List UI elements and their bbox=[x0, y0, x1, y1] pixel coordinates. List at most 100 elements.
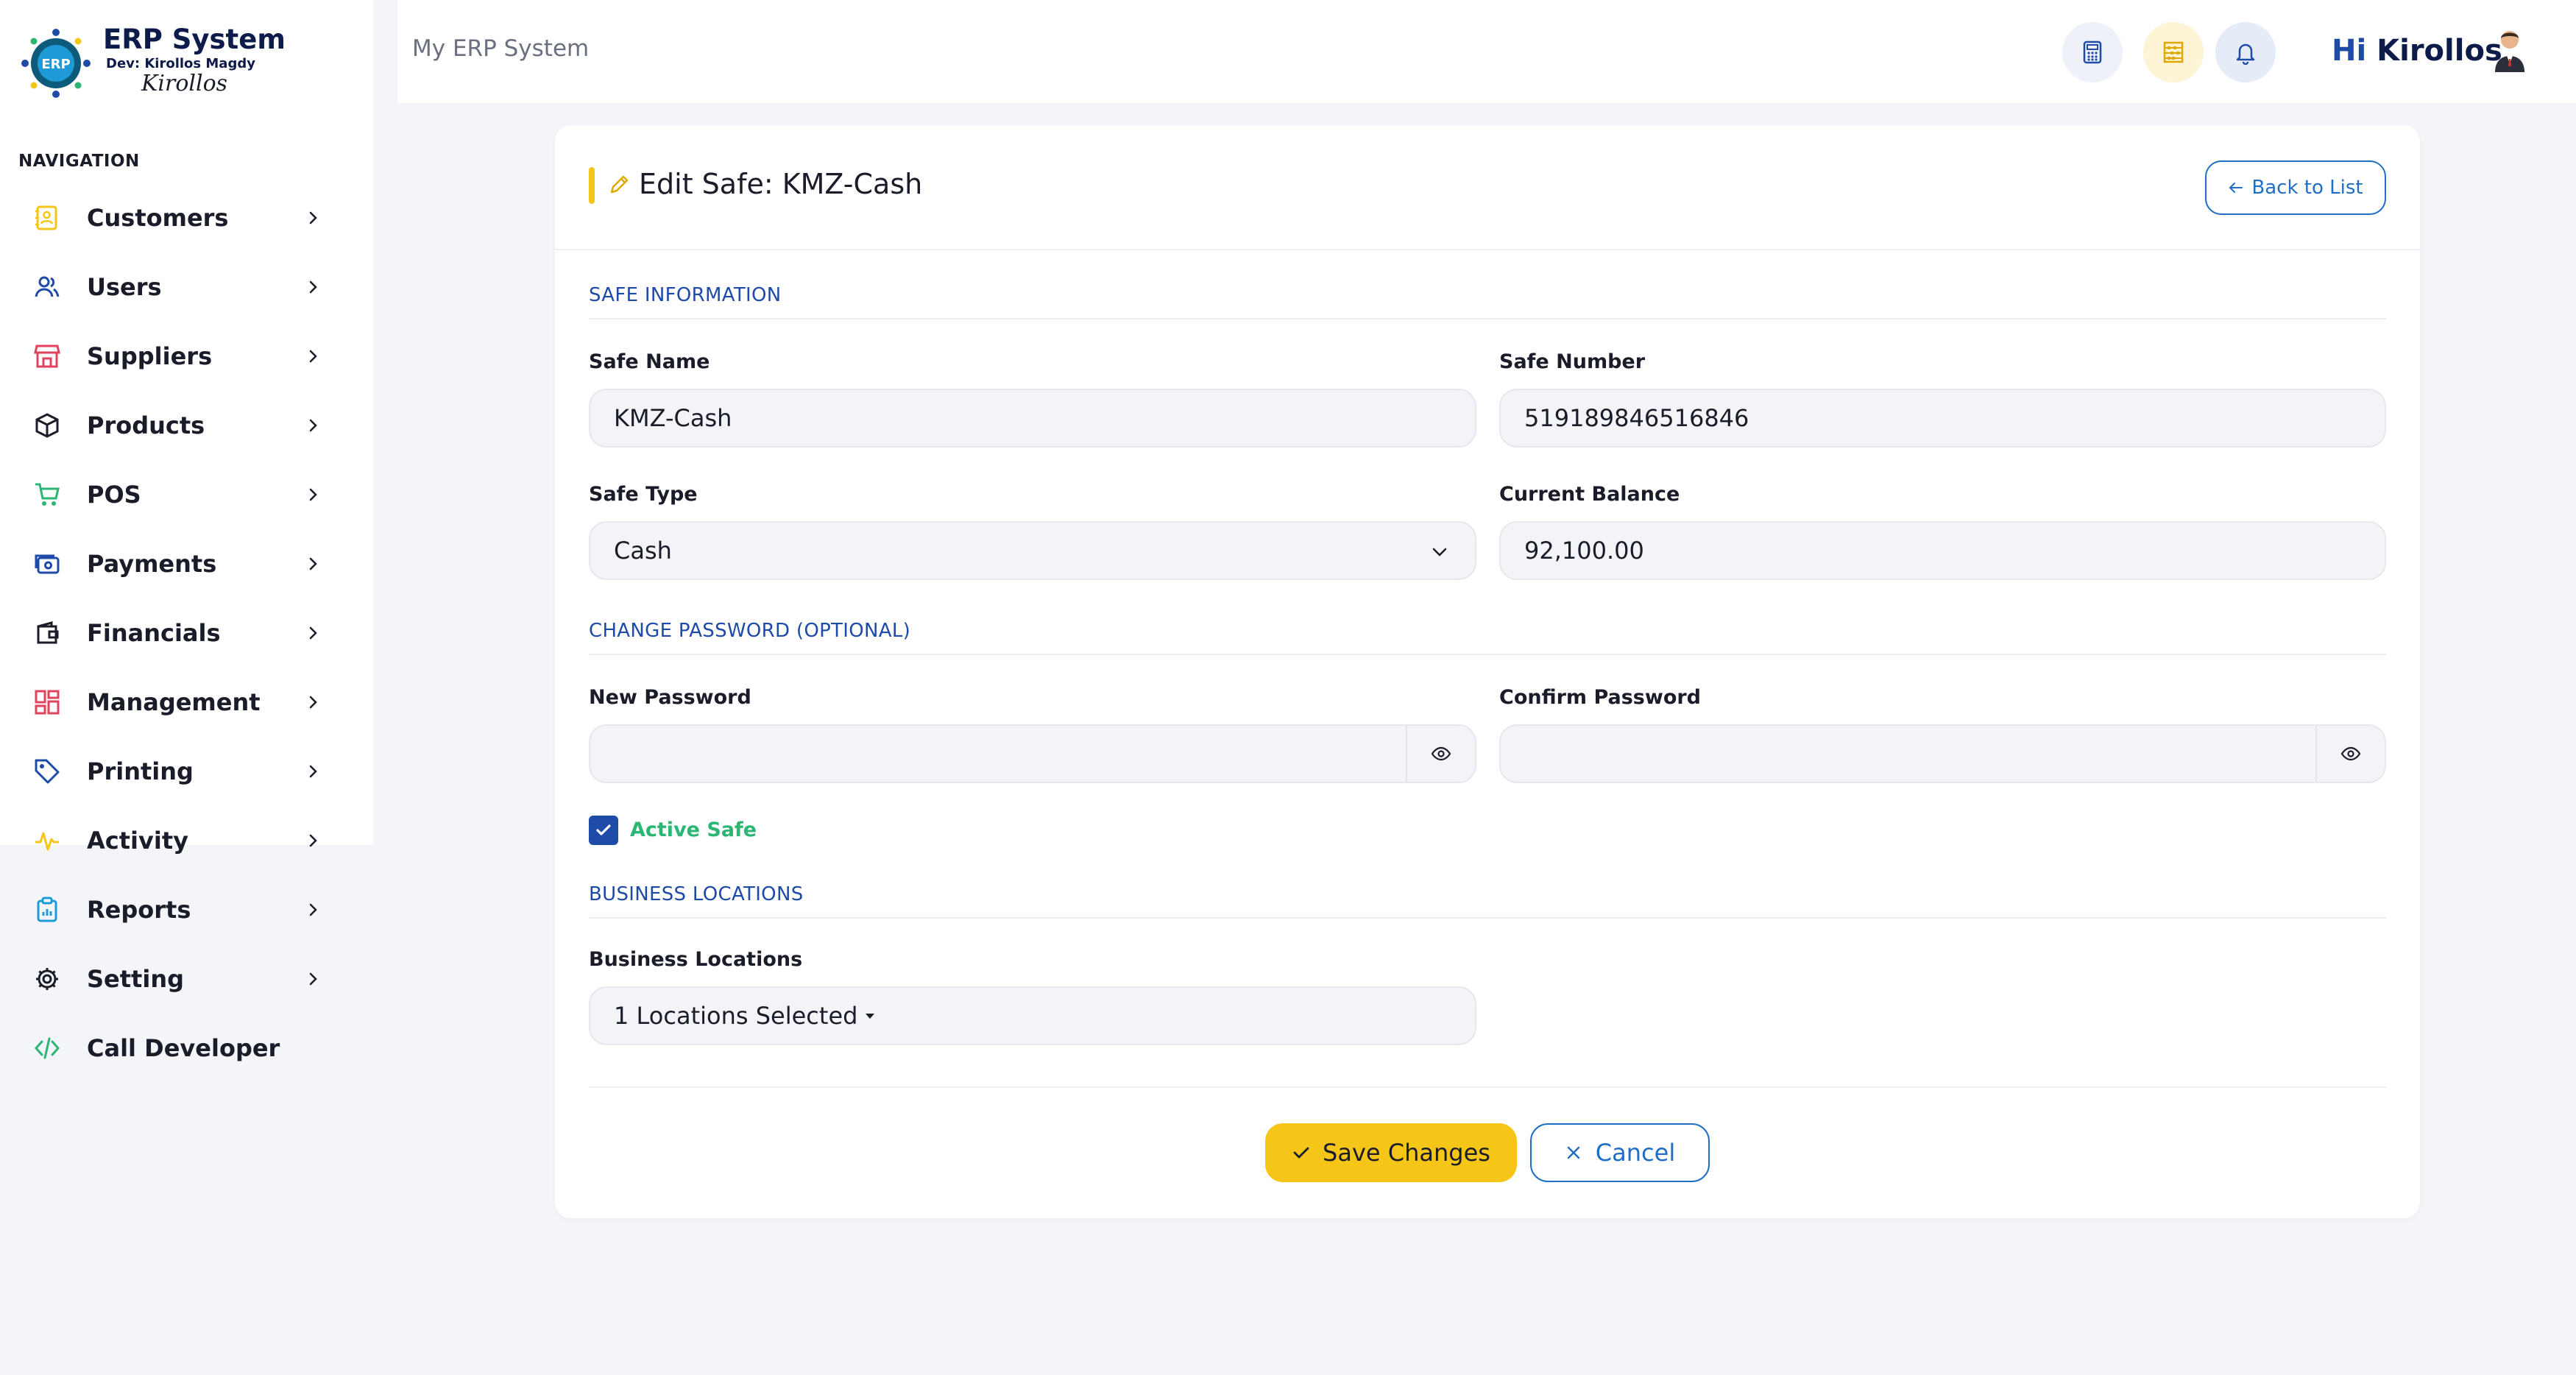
title-accent-bar bbox=[589, 167, 595, 204]
sidebar-item-setting[interactable]: Setting bbox=[0, 944, 373, 1014]
safe-number-label: Safe Number bbox=[1499, 350, 1646, 373]
pencil-icon bbox=[610, 175, 629, 194]
brand-title: ERP System bbox=[103, 24, 286, 55]
new-password-field[interactable] bbox=[589, 724, 1476, 783]
sidebar-item-label: Payments bbox=[87, 550, 217, 578]
cancel-button[interactable]: Cancel bbox=[1530, 1123, 1710, 1182]
business-locations-label: Business Locations bbox=[589, 948, 803, 971]
current-balance-label: Current Balance bbox=[1499, 483, 1680, 506]
sidebar-item-suppliers[interactable]: Suppliers bbox=[0, 322, 373, 391]
section-change-password: CHANGE PASSWORD (OPTIONAL) bbox=[589, 620, 2386, 655]
save-changes-label: Save Changes bbox=[1323, 1139, 1490, 1167]
chevron-down-icon bbox=[1432, 548, 1447, 556]
arrow-left-icon bbox=[2229, 183, 2243, 193]
chevron-right-icon bbox=[309, 280, 317, 294]
sidebar-item-financials[interactable]: Financials bbox=[0, 598, 373, 668]
clipboard-icon bbox=[37, 897, 57, 922]
store-icon bbox=[34, 344, 60, 368]
svg-text:ERP: ERP bbox=[41, 57, 70, 72]
current-balance-input[interactable]: 92,100.00 bbox=[1499, 521, 2386, 580]
safe-name-label: Safe Name bbox=[589, 350, 710, 373]
sidebar-item-management[interactable]: Management bbox=[0, 668, 373, 737]
abacus-button[interactable] bbox=[2143, 22, 2204, 82]
sidebar-item-label: Activity bbox=[87, 827, 188, 855]
sidebar-item-label: Management bbox=[87, 688, 261, 716]
edit-safe-card: Edit Safe: KMZ-Cash Back to List SAFE IN… bbox=[555, 125, 2420, 1218]
toggle-confirm-password-visibility[interactable] bbox=[2315, 726, 2385, 782]
sidebar-item-activity[interactable]: Activity bbox=[0, 806, 373, 875]
address-book-icon bbox=[35, 205, 57, 230]
tag-icon bbox=[35, 759, 60, 784]
chevron-right-icon bbox=[309, 903, 317, 916]
box-icon bbox=[35, 413, 59, 438]
safe-number-input[interactable]: 519189846516846 bbox=[1499, 389, 2386, 448]
sidebar-item-products[interactable]: Products bbox=[0, 391, 373, 460]
calculator-button[interactable] bbox=[2062, 22, 2123, 82]
abacus-icon bbox=[2163, 41, 2184, 63]
business-locations-dropdown[interactable]: 1 Locations Selected bbox=[589, 986, 1476, 1045]
sidebar-item-label: Call Developer bbox=[87, 1034, 280, 1062]
sidebar-item-customers[interactable]: Customers bbox=[0, 183, 373, 252]
page-title: Edit Safe: KMZ-Cash bbox=[639, 168, 923, 200]
back-to-list-label: Back to List bbox=[2251, 177, 2363, 199]
chevron-right-icon bbox=[309, 972, 317, 986]
avatar[interactable] bbox=[2489, 26, 2530, 74]
sidebar-item-label: Suppliers bbox=[87, 342, 213, 370]
greeting-name: Kirollos bbox=[2377, 34, 2502, 68]
cash-icon bbox=[35, 554, 60, 574]
form-footer-divider bbox=[589, 1086, 2386, 1088]
greeting-hi: Hi bbox=[2332, 34, 2367, 68]
sidebar-item-call-developer[interactable]: Call Developer bbox=[0, 1014, 373, 1083]
new-password-label: New Password bbox=[589, 686, 751, 709]
notifications-button[interactable] bbox=[2215, 22, 2276, 82]
sidebar-item-pos[interactable]: POS bbox=[0, 460, 373, 529]
sidebar-item-label: Products bbox=[87, 411, 205, 439]
calculator-icon bbox=[2083, 40, 2102, 64]
sidebar-item-label: Users bbox=[87, 273, 162, 301]
user-greeting[interactable]: Hi Kirollos bbox=[2332, 34, 2502, 68]
close-icon bbox=[1567, 1146, 1580, 1159]
sidebar-item-reports[interactable]: Reports bbox=[0, 875, 373, 944]
safe-name-input[interactable]: KMZ-Cash bbox=[589, 389, 1476, 448]
topbar: My ERP System Hi Kirollos bbox=[397, 0, 2576, 103]
brand-logo[interactable]: ERP ERP System Dev: Kirollos Magdy Kirol… bbox=[19, 22, 286, 103]
sidebar-item-label: POS bbox=[87, 481, 141, 509]
sidebar-item-users[interactable]: Users bbox=[0, 252, 373, 322]
sidebar-item-printing[interactable]: Printing bbox=[0, 737, 373, 806]
safe-type-label: Safe Type bbox=[589, 483, 698, 506]
chevron-right-icon bbox=[309, 765, 317, 778]
chevron-right-icon bbox=[309, 696, 317, 709]
bell-icon bbox=[2236, 43, 2255, 65]
sidebar-item-label: Printing bbox=[87, 757, 194, 785]
topbar-title: My ERP System bbox=[412, 35, 590, 62]
chevron-right-icon bbox=[309, 350, 317, 363]
brand-subtitle: Dev: Kirollos Magdy bbox=[106, 56, 255, 71]
safe-type-select[interactable]: Cash bbox=[589, 521, 1476, 580]
sidebar-item-label: Financials bbox=[87, 619, 221, 647]
nav-list: Customers Users Suppliers Products POS P… bbox=[0, 183, 373, 1083]
back-to-list-button[interactable]: Back to List bbox=[2205, 160, 2386, 215]
nav-heading: NAVIGATION bbox=[18, 152, 140, 171]
brand-signature: Kirollos bbox=[141, 71, 228, 96]
section-business-locations: BUSINESS LOCATIONS bbox=[589, 883, 2386, 919]
gear-icon bbox=[36, 968, 58, 990]
save-changes-button[interactable]: Save Changes bbox=[1265, 1123, 1517, 1182]
toggle-new-password-visibility[interactable] bbox=[1406, 726, 1475, 782]
wallet-icon bbox=[37, 621, 59, 644]
checkmark-icon bbox=[596, 824, 611, 835]
sidebar-item-payments[interactable]: Payments bbox=[0, 529, 373, 598]
cancel-label: Cancel bbox=[1595, 1139, 1676, 1167]
grid-icon bbox=[35, 690, 60, 715]
confirm-password-field[interactable] bbox=[1499, 724, 2386, 783]
safe-type-value: Cash bbox=[614, 537, 672, 565]
caret-down-icon bbox=[866, 1014, 875, 1019]
active-safe-label[interactable]: Active Safe bbox=[630, 819, 757, 841]
eye-icon bbox=[2340, 746, 2361, 761]
chevron-right-icon bbox=[309, 557, 317, 570]
active-safe-checkbox[interactable] bbox=[589, 816, 618, 845]
chevron-right-icon bbox=[309, 626, 317, 640]
chevron-right-icon bbox=[309, 211, 317, 225]
sidebar-item-label: Reports bbox=[87, 896, 191, 924]
users-icon bbox=[35, 276, 60, 297]
sidebar-item-label: Customers bbox=[87, 204, 229, 232]
